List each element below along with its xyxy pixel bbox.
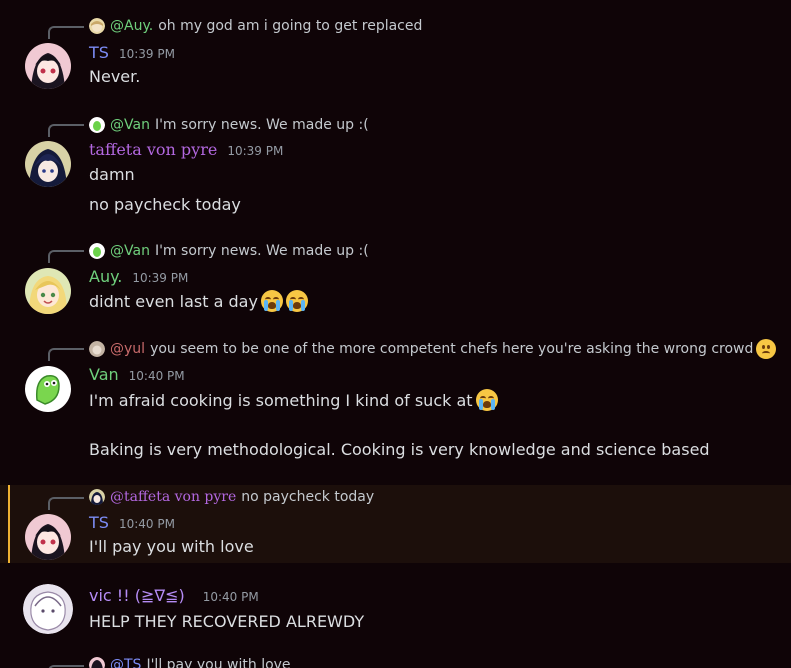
loudly-crying-face-icon[interactable] [260,290,283,312]
reply-connector [48,26,84,39]
reply-preview[interactable]: @taffeta von pyre no paycheck today [89,488,374,506]
username[interactable]: Van [89,365,119,384]
message[interactable]: @Auy. oh my god am i going to get replac… [0,0,791,100]
reply-connector [48,250,84,263]
reply-text: you seem to be one of the more competent… [150,341,754,357]
avatar[interactable] [25,514,71,560]
reply-preview[interactable]: @Van I'm sorry news. We made up :( [89,242,369,260]
timestamp[interactable]: 10:40 PM [119,517,175,531]
worried-face-icon[interactable] [756,339,777,359]
reply-preview[interactable]: @TS I'll pay you with love [89,656,291,668]
message-header: vic !! (≧∇≦) 10:40 PM [89,586,259,608]
reply-text: I'll pay you with love [146,657,291,668]
avatar[interactable] [25,141,71,187]
username[interactable]: TS [89,513,109,532]
message-header: Van 10:40 PM [89,365,185,387]
timestamp[interactable]: 10:39 PM [227,144,283,158]
timestamp[interactable]: 10:39 PM [132,271,188,285]
message[interactable]: @TS I'll pay you with love [0,656,791,668]
avatar [89,657,105,668]
message-text: Baking is very methodological. Cooking i… [89,440,710,459]
loudly-crying-face-icon[interactable] [285,290,308,312]
message-header: taffeta von pyre 10:39 PM [89,140,283,162]
avatar[interactable] [25,268,71,314]
message-text: Never. [89,67,141,86]
username[interactable]: taffeta von pyre [89,140,217,159]
reply-connector [48,497,84,510]
reply-username[interactable]: @taffeta von pyre [110,489,236,505]
avatar [89,117,105,133]
avatar [89,341,105,357]
username[interactable]: Auy. [89,267,122,286]
username[interactable]: vic !! (≧∇≦) [89,586,185,605]
message-text: damn [89,165,135,184]
reply-text: no paycheck today [241,489,375,505]
message[interactable]: @Van I'm sorry news. We made up :( taffe… [0,110,791,230]
message-header: TS 10:40 PM [89,513,175,535]
message[interactable]: vic !! (≧∇≦) 10:40 PM HELP THEY RECOVERE… [0,576,791,646]
reply-username[interactable]: @TS [110,657,141,668]
message-text: no paycheck today [89,195,241,214]
avatar [89,489,105,505]
reply-text: I'm sorry news. We made up :( [154,243,369,259]
message[interactable]: @yul you seem to be one of the more comp… [0,334,791,474]
reply-preview[interactable]: @yul you seem to be one of the more comp… [89,339,777,359]
avatar[interactable] [25,43,71,89]
reply-text: I'm sorry news. We made up :( [154,117,369,133]
reply-username[interactable]: @yul [110,341,145,357]
reply-text: oh my god am i going to get replaced [158,18,423,34]
avatar[interactable] [23,584,73,634]
reply-username[interactable]: @Van [110,243,150,259]
avatar[interactable] [25,366,71,412]
reply-connector [48,348,84,361]
reply-connector [48,124,84,137]
loudly-crying-face-icon[interactable] [475,389,498,411]
timestamp[interactable]: 10:40 PM [203,590,259,604]
reply-username[interactable]: @Auy. [110,18,153,34]
message-text: didnt even last a day [89,291,258,311]
message-highlighted[interactable]: @taffeta von pyre no paycheck today TS 1… [0,485,791,563]
timestamp[interactable]: 10:40 PM [129,369,185,383]
reply-preview[interactable]: @Auy. oh my god am i going to get replac… [89,17,422,35]
message-header: TS 10:39 PM [89,43,175,65]
username[interactable]: TS [89,43,109,62]
avatar [89,18,105,34]
reply-preview[interactable]: @Van I'm sorry news. We made up :( [89,116,369,134]
message-text: HELP THEY RECOVERED ALREWDY [89,612,365,631]
message-line: didnt even last a day [89,290,308,312]
message-header: Auy. 10:39 PM [89,267,188,289]
message-text: I'm afraid cooking is something I kind o… [89,390,473,410]
avatar [89,243,105,259]
message[interactable]: @Van I'm sorry news. We made up :( Auy. … [0,236,791,326]
message-text: I'll pay you with love [89,537,254,556]
message-line: I'm afraid cooking is something I kind o… [89,389,498,411]
timestamp[interactable]: 10:39 PM [119,47,175,61]
reply-username[interactable]: @Van [110,117,150,133]
